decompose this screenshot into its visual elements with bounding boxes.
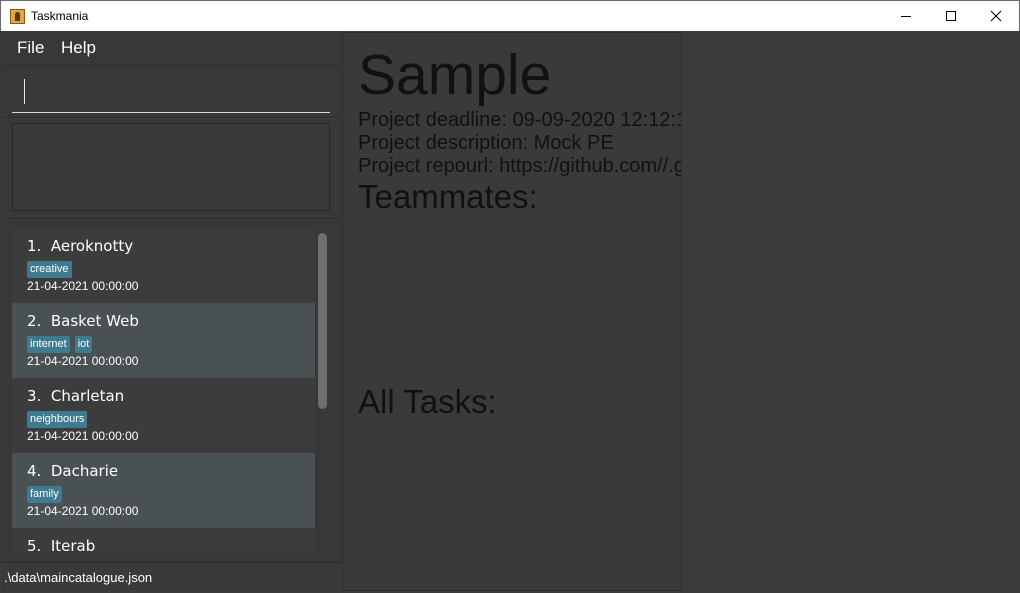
save-location-path: .\data\maincatalogue.json	[4, 570, 153, 585]
window-title: Taskmania	[31, 9, 89, 23]
project-card[interactable]: 1. Aeroknotty creative 21-04-2021 00:00:…	[12, 228, 315, 303]
project-card-name: 4. Dacharie	[27, 462, 119, 480]
menu-file[interactable]: File	[17, 38, 44, 58]
result-display[interactable]	[12, 123, 330, 211]
project-card-deadline: 21-04-2021 00:00:00	[27, 504, 139, 518]
project-card-tags: family	[27, 486, 62, 503]
project-title: Sample	[358, 43, 552, 107]
project-card-name: 3. Charletan	[27, 387, 125, 405]
app-icon	[10, 9, 25, 24]
maximize-button[interactable]	[928, 1, 974, 31]
project-card[interactable]: 2. Basket Web internet iot 21-04-2021 00…	[12, 303, 315, 378]
command-input[interactable]	[12, 77, 330, 113]
tag-badge: family	[27, 486, 62, 503]
close-icon	[990, 10, 1002, 22]
all-tasks-heading: All Tasks:	[358, 383, 497, 420]
teammates-heading: Teammates:	[358, 178, 538, 215]
tag-badge: internet	[27, 336, 70, 353]
status-bar: .\data\maincatalogue.json	[1, 562, 341, 592]
title-bar: Taskmania	[0, 0, 1020, 31]
list-scrollbar-thumb[interactable]	[318, 233, 327, 409]
project-card-tags: neighbours	[27, 411, 88, 428]
project-card-deadline: 21-04-2021 00:00:00	[27, 429, 139, 443]
project-list-panel: 1. Aeroknotty creative 21-04-2021 00:00:…	[1, 220, 341, 562]
project-card-name: 2. Basket Web	[27, 312, 139, 330]
maximize-icon	[946, 11, 956, 21]
project-card-deadline: 21-04-2021 00:00:00	[27, 354, 139, 368]
project-card[interactable]: 5. Iterab	[12, 528, 315, 551]
project-list[interactable]: 1. Aeroknotty creative 21-04-2021 00:00:…	[12, 228, 315, 551]
project-card[interactable]: 3. Charletan neighbours 21-04-2021 00:00…	[12, 378, 315, 453]
right-empty-panel	[683, 32, 1018, 591]
project-card[interactable]: 4. Dacharie family 21-04-2021 00:00:00	[12, 453, 315, 528]
text-caret	[24, 79, 25, 104]
left-column: File Help 1. Aeroknotty creative 21-04-2…	[1, 31, 341, 592]
project-card-name: 5. Iterab	[27, 537, 96, 551]
tag-badge: creative	[27, 261, 72, 278]
minimize-button[interactable]	[883, 1, 929, 31]
project-card-tags: internet iot	[27, 336, 93, 353]
project-description: Project description: Mock PE	[358, 132, 614, 154]
project-card-name: 1. Aeroknotty	[27, 237, 134, 255]
result-display-container	[1, 119, 341, 219]
close-button[interactable]	[973, 1, 1019, 31]
project-card-deadline: 21-04-2021 00:00:00	[27, 279, 139, 293]
tag-badge: iot	[74, 336, 93, 353]
project-detail-panel: Sample Project deadline: 09-09-2020 12:1…	[342, 32, 682, 591]
menu-help[interactable]: Help	[61, 38, 96, 58]
tag-badge: neighbours	[27, 411, 88, 428]
project-deadline: Project deadline: 09-09-2020 12:12:12	[358, 109, 682, 131]
project-repourl: Project repourl: https://github.com//.gi…	[358, 155, 682, 177]
minimize-icon	[901, 16, 911, 17]
menu-bar: File Help	[1, 31, 341, 66]
command-box	[1, 67, 341, 118]
project-card-tags: creative	[27, 261, 72, 278]
